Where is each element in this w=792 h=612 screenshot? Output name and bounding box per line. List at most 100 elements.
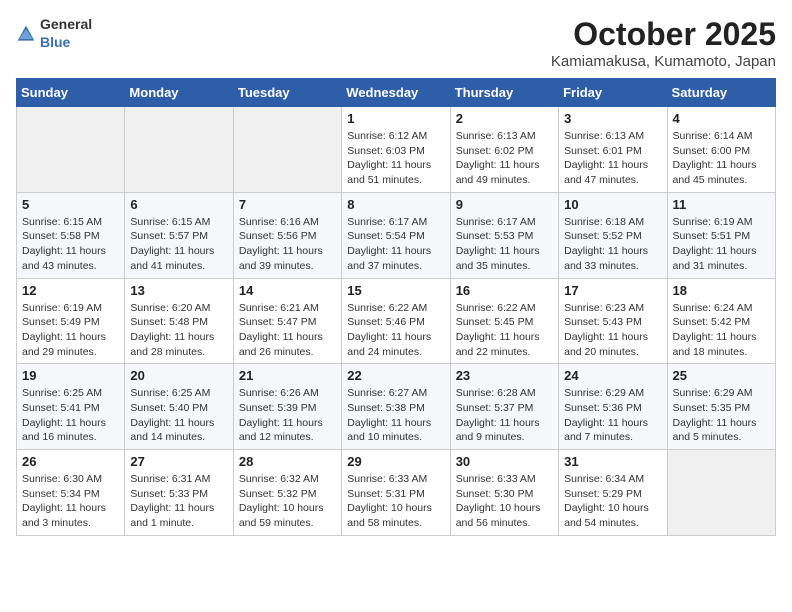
cell-info: Daylight: 11 hours — [22, 501, 119, 516]
cell-info: Sunset: 5:30 PM — [456, 487, 553, 502]
cell-info: Sunrise: 6:29 AM — [564, 386, 661, 401]
cell-info: and 7 minutes. — [564, 430, 661, 445]
calendar-week-4: 19Sunrise: 6:25 AMSunset: 5:41 PMDayligh… — [17, 364, 776, 450]
cell-info: and 3 minutes. — [22, 516, 119, 531]
cell-info: and 56 minutes. — [456, 516, 553, 531]
day-number: 25 — [673, 368, 770, 383]
cell-info: Daylight: 11 hours — [456, 330, 553, 345]
cell-info: and 58 minutes. — [347, 516, 444, 531]
calendar-cell: 31Sunrise: 6:34 AMSunset: 5:29 PMDayligh… — [559, 450, 667, 536]
cell-info: Sunrise: 6:13 AM — [456, 129, 553, 144]
cell-info: Sunrise: 6:18 AM — [564, 215, 661, 230]
cell-info: Sunset: 5:51 PM — [673, 229, 770, 244]
calendar-cell: 3Sunrise: 6:13 AMSunset: 6:01 PMDaylight… — [559, 107, 667, 193]
location-title: Kamiamakusa, Kumamoto, Japan — [551, 53, 776, 70]
calendar-cell: 13Sunrise: 6:20 AMSunset: 5:48 PMDayligh… — [125, 278, 233, 364]
cell-info: Sunset: 5:52 PM — [564, 229, 661, 244]
cell-info: Sunrise: 6:19 AM — [22, 301, 119, 316]
cell-info: Sunset: 5:33 PM — [130, 487, 227, 502]
day-number: 21 — [239, 368, 336, 383]
day-number: 31 — [564, 454, 661, 469]
cell-info: and 43 minutes. — [22, 259, 119, 274]
cell-info: Daylight: 11 hours — [130, 416, 227, 431]
calendar-cell: 16Sunrise: 6:22 AMSunset: 5:45 PMDayligh… — [450, 278, 558, 364]
cell-info: Daylight: 11 hours — [673, 244, 770, 259]
cell-info: Daylight: 11 hours — [673, 158, 770, 173]
day-number: 9 — [456, 197, 553, 212]
cell-info: Daylight: 11 hours — [22, 244, 119, 259]
calendar-week-1: 1Sunrise: 6:12 AMSunset: 6:03 PMDaylight… — [17, 107, 776, 193]
calendar-cell: 11Sunrise: 6:19 AMSunset: 5:51 PMDayligh… — [667, 192, 775, 278]
calendar-cell: 27Sunrise: 6:31 AMSunset: 5:33 PMDayligh… — [125, 450, 233, 536]
cell-info: Daylight: 11 hours — [456, 244, 553, 259]
cell-info: Sunset: 5:35 PM — [673, 401, 770, 416]
cell-info: Sunrise: 6:29 AM — [673, 386, 770, 401]
cell-info: Daylight: 11 hours — [239, 416, 336, 431]
cell-info: Daylight: 11 hours — [347, 416, 444, 431]
cell-info: and 49 minutes. — [456, 173, 553, 188]
cell-info: and 59 minutes. — [239, 516, 336, 531]
day-number: 1 — [347, 111, 444, 126]
cell-info: Daylight: 11 hours — [239, 244, 336, 259]
day-number: 2 — [456, 111, 553, 126]
calendar-cell: 2Sunrise: 6:13 AMSunset: 6:02 PMDaylight… — [450, 107, 558, 193]
cell-info: and 51 minutes. — [347, 173, 444, 188]
day-number: 14 — [239, 283, 336, 298]
calendar-cell: 23Sunrise: 6:28 AMSunset: 5:37 PMDayligh… — [450, 364, 558, 450]
cell-info: Sunset: 5:32 PM — [239, 487, 336, 502]
calendar-cell: 15Sunrise: 6:22 AMSunset: 5:46 PMDayligh… — [342, 278, 450, 364]
header-monday: Monday — [125, 79, 233, 107]
calendar-cell: 9Sunrise: 6:17 AMSunset: 5:53 PMDaylight… — [450, 192, 558, 278]
cell-info: Sunrise: 6:34 AM — [564, 472, 661, 487]
calendar-cell — [233, 107, 341, 193]
calendar-cell: 1Sunrise: 6:12 AMSunset: 6:03 PMDaylight… — [342, 107, 450, 193]
cell-info: Daylight: 10 hours — [456, 501, 553, 516]
calendar-cell: 26Sunrise: 6:30 AMSunset: 5:34 PMDayligh… — [17, 450, 125, 536]
cell-info: Sunset: 5:53 PM — [456, 229, 553, 244]
cell-info: Daylight: 10 hours — [564, 501, 661, 516]
calendar-cell: 18Sunrise: 6:24 AMSunset: 5:42 PMDayligh… — [667, 278, 775, 364]
cell-info: Daylight: 11 hours — [130, 244, 227, 259]
cell-info: Sunrise: 6:33 AM — [347, 472, 444, 487]
logo-general: General — [40, 16, 92, 32]
cell-info: Daylight: 11 hours — [130, 330, 227, 345]
day-number: 11 — [673, 197, 770, 212]
calendar-cell: 6Sunrise: 6:15 AMSunset: 5:57 PMDaylight… — [125, 192, 233, 278]
calendar-cell: 14Sunrise: 6:21 AMSunset: 5:47 PMDayligh… — [233, 278, 341, 364]
day-number: 18 — [673, 283, 770, 298]
day-number: 4 — [673, 111, 770, 126]
cell-info: and 39 minutes. — [239, 259, 336, 274]
cell-info: Sunrise: 6:12 AM — [347, 129, 444, 144]
cell-info: and 9 minutes. — [456, 430, 553, 445]
cell-info: and 24 minutes. — [347, 345, 444, 360]
day-number: 26 — [22, 454, 119, 469]
cell-info: Sunset: 5:54 PM — [347, 229, 444, 244]
logo: General Blue — [16, 16, 92, 52]
cell-info: Sunrise: 6:32 AM — [239, 472, 336, 487]
cell-info: Sunset: 6:00 PM — [673, 144, 770, 159]
calendar-cell: 7Sunrise: 6:16 AMSunset: 5:56 PMDaylight… — [233, 192, 341, 278]
cell-info: Sunrise: 6:27 AM — [347, 386, 444, 401]
cell-info: and 12 minutes. — [239, 430, 336, 445]
day-number: 3 — [564, 111, 661, 126]
cell-info: Daylight: 11 hours — [22, 330, 119, 345]
logo-icon — [16, 24, 36, 44]
cell-info: Daylight: 10 hours — [239, 501, 336, 516]
cell-info: Sunset: 5:37 PM — [456, 401, 553, 416]
calendar-cell — [667, 450, 775, 536]
cell-info: Sunset: 5:56 PM — [239, 229, 336, 244]
cell-info: Sunrise: 6:13 AM — [564, 129, 661, 144]
cell-info: and 45 minutes. — [673, 173, 770, 188]
cell-info: and 20 minutes. — [564, 345, 661, 360]
cell-info: Sunrise: 6:28 AM — [456, 386, 553, 401]
cell-info: Daylight: 11 hours — [564, 330, 661, 345]
day-number: 19 — [22, 368, 119, 383]
header-friday: Friday — [559, 79, 667, 107]
cell-info: and 18 minutes. — [673, 345, 770, 360]
cell-info: Sunset: 5:36 PM — [564, 401, 661, 416]
cell-info: Daylight: 11 hours — [564, 416, 661, 431]
cell-info: and 41 minutes. — [130, 259, 227, 274]
cell-info: Sunrise: 6:21 AM — [239, 301, 336, 316]
calendar-week-3: 12Sunrise: 6:19 AMSunset: 5:49 PMDayligh… — [17, 278, 776, 364]
calendar-cell: 22Sunrise: 6:27 AMSunset: 5:38 PMDayligh… — [342, 364, 450, 450]
